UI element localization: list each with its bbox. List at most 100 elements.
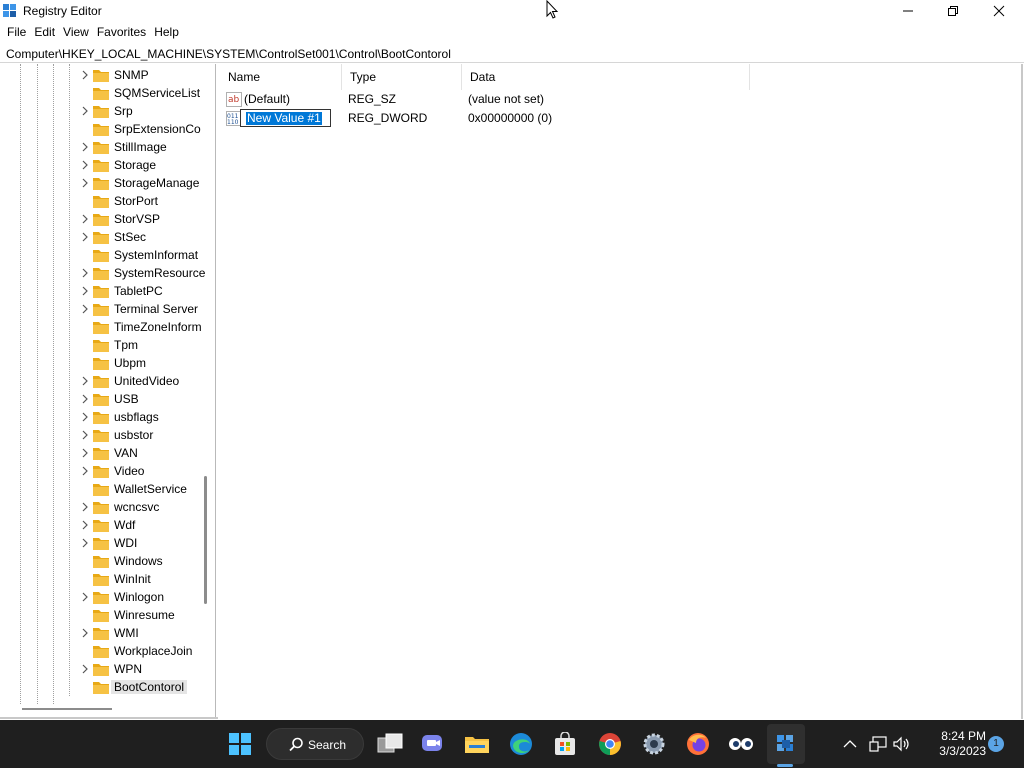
chevron-right-icon[interactable] [79, 588, 91, 606]
value-row[interactable]: ab (Default) REG_SZ (value not set) [220, 90, 750, 109]
chrome-button[interactable] [595, 729, 625, 759]
firefox-button[interactable] [683, 729, 713, 759]
taskbar-search[interactable]: Search [266, 728, 364, 760]
column-header-type[interactable]: Type [342, 64, 462, 90]
chevron-right-icon[interactable] [79, 228, 91, 246]
key-tree-pane[interactable]: SNMP SQMServiceList Srp SrpExtensionCo Still… [0, 64, 216, 719]
volume-button[interactable] [889, 729, 915, 759]
rename-selected-text[interactable]: New Value #1 [246, 112, 322, 125]
chevron-right-icon[interactable] [79, 210, 91, 228]
settings-button[interactable] [639, 729, 669, 759]
edge-button[interactable] [506, 729, 536, 759]
chevron-right-icon[interactable] [79, 300, 91, 318]
chevron-right-icon[interactable] [79, 660, 91, 678]
tree-vertical-scrollbar[interactable] [204, 476, 207, 604]
value-row[interactable]: 011 110 New Value #1 REG_DWORD 0x0000000… [220, 109, 750, 128]
tree-item[interactable]: wcncsvc [79, 498, 209, 516]
chevron-right-icon[interactable] [79, 66, 91, 84]
tree-item[interactable]: UnitedVideo [79, 372, 209, 390]
column-header-name[interactable]: Name [220, 64, 342, 90]
tree-item[interactable]: WPN [79, 660, 209, 678]
file-explorer-button[interactable] [462, 729, 492, 759]
show-hidden-icons-button[interactable] [836, 729, 864, 759]
chevron-right-icon[interactable] [79, 444, 91, 462]
tree-item[interactable]: Winresume [79, 606, 209, 624]
tree-item[interactable]: SrpExtensionCo [79, 120, 209, 138]
rename-value-field[interactable]: New Value #1 [240, 109, 331, 127]
chevron-right-icon[interactable] [79, 138, 91, 156]
eyes-app-button[interactable] [726, 729, 756, 759]
tree-item-spacer [79, 678, 91, 696]
tree-item[interactable]: SystemResource [79, 264, 209, 282]
minimize-button[interactable] [885, 0, 931, 22]
tree-item[interactable]: TabletPC [79, 282, 209, 300]
chevron-right-icon[interactable] [79, 390, 91, 408]
tree-item-label: SQMServiceList [114, 86, 201, 100]
chevron-right-icon[interactable] [79, 462, 91, 480]
tree-item-label: WinInit [114, 572, 151, 586]
store-button[interactable] [550, 729, 580, 759]
network-button[interactable] [865, 729, 891, 759]
menu-favorites[interactable]: Favorites [93, 22, 150, 42]
values-pane[interactable]: Name Type Data ab (Default) REG_SZ (valu… [220, 64, 1024, 719]
chevron-right-icon[interactable] [79, 516, 91, 534]
chevron-right-icon[interactable] [79, 282, 91, 300]
start-button[interactable] [225, 729, 255, 759]
tree-item[interactable]: StillImage [79, 138, 209, 156]
address-bar[interactable]: Computer\HKEY_LOCAL_MACHINE\SYSTEM\Contr… [0, 43, 1024, 63]
taskbar-clock[interactable]: 8:24 PM 3/3/2023 [918, 729, 986, 759]
chevron-right-icon[interactable] [79, 102, 91, 120]
chevron-right-icon[interactable] [79, 498, 91, 516]
tree-item[interactable]: Storage [79, 156, 209, 174]
tree-item[interactable]: Windows [79, 552, 209, 570]
tree-item[interactable]: WDI [79, 534, 209, 552]
tree-item-label: WorkplaceJoin [114, 644, 193, 658]
tree-item[interactable]: WinInit [79, 570, 209, 588]
tree-item[interactable]: USB [79, 390, 209, 408]
tree-item[interactable]: VAN [79, 444, 209, 462]
tree-item[interactable]: Terminal Server [79, 300, 209, 318]
column-header-data[interactable]: Data [462, 64, 750, 90]
tree-item[interactable]: SystemInformat [79, 246, 209, 264]
tree-item[interactable]: Srp [79, 102, 209, 120]
tree-item[interactable]: WorkplaceJoin [79, 642, 209, 660]
chat-button[interactable] [418, 729, 448, 759]
tree-item[interactable]: StSec [79, 228, 209, 246]
tree-item[interactable]: Wdf [79, 516, 209, 534]
menu-view[interactable]: View [59, 22, 93, 42]
chevron-right-icon[interactable] [79, 624, 91, 642]
menu-help[interactable]: Help [150, 22, 183, 42]
registry-editor-taskbar-button[interactable] [771, 729, 801, 759]
chevron-right-icon[interactable] [79, 372, 91, 390]
tree-item[interactable]: StorVSP [79, 210, 209, 228]
notification-badge[interactable]: 1 [988, 736, 1004, 752]
tree-item[interactable]: WalletService [79, 480, 209, 498]
chevron-right-icon[interactable] [79, 426, 91, 444]
tree-item[interactable]: Winlogon [79, 588, 209, 606]
tree-item[interactable]: usbstor [79, 426, 209, 444]
address-path[interactable]: Computer\HKEY_LOCAL_MACHINE\SYSTEM\Contr… [6, 47, 451, 61]
tree-item[interactable]: StorageManage [79, 174, 209, 192]
tree-item[interactable]: Video [79, 462, 209, 480]
tree-horizontal-scrollbar[interactable] [22, 708, 112, 710]
chevron-right-icon[interactable] [79, 174, 91, 192]
task-view-button[interactable] [375, 729, 405, 759]
tree-item[interactable]: TimeZoneInform [79, 318, 209, 336]
tree-item[interactable]: StorPort [79, 192, 209, 210]
tree-item[interactable]: usbflags [79, 408, 209, 426]
tree-item[interactable]: Tpm [79, 336, 209, 354]
tree-item[interactable]: SQMServiceList [79, 84, 209, 102]
chevron-right-icon[interactable] [79, 156, 91, 174]
tree-item[interactable]: BootContorol [79, 678, 209, 696]
chevron-right-icon[interactable] [79, 534, 91, 552]
tree-item[interactable]: SNMP [79, 66, 209, 84]
chevron-right-icon[interactable] [79, 408, 91, 426]
tree-item[interactable]: Ubpm [79, 354, 209, 372]
menu-file[interactable]: File [3, 22, 30, 42]
menu-edit[interactable]: Edit [30, 22, 59, 42]
window-title: Registry Editor [23, 4, 102, 18]
tree-item[interactable]: WMI [79, 624, 209, 642]
chevron-right-icon[interactable] [79, 264, 91, 282]
close-button[interactable] [976, 0, 1022, 22]
maximize-button[interactable] [930, 0, 976, 22]
